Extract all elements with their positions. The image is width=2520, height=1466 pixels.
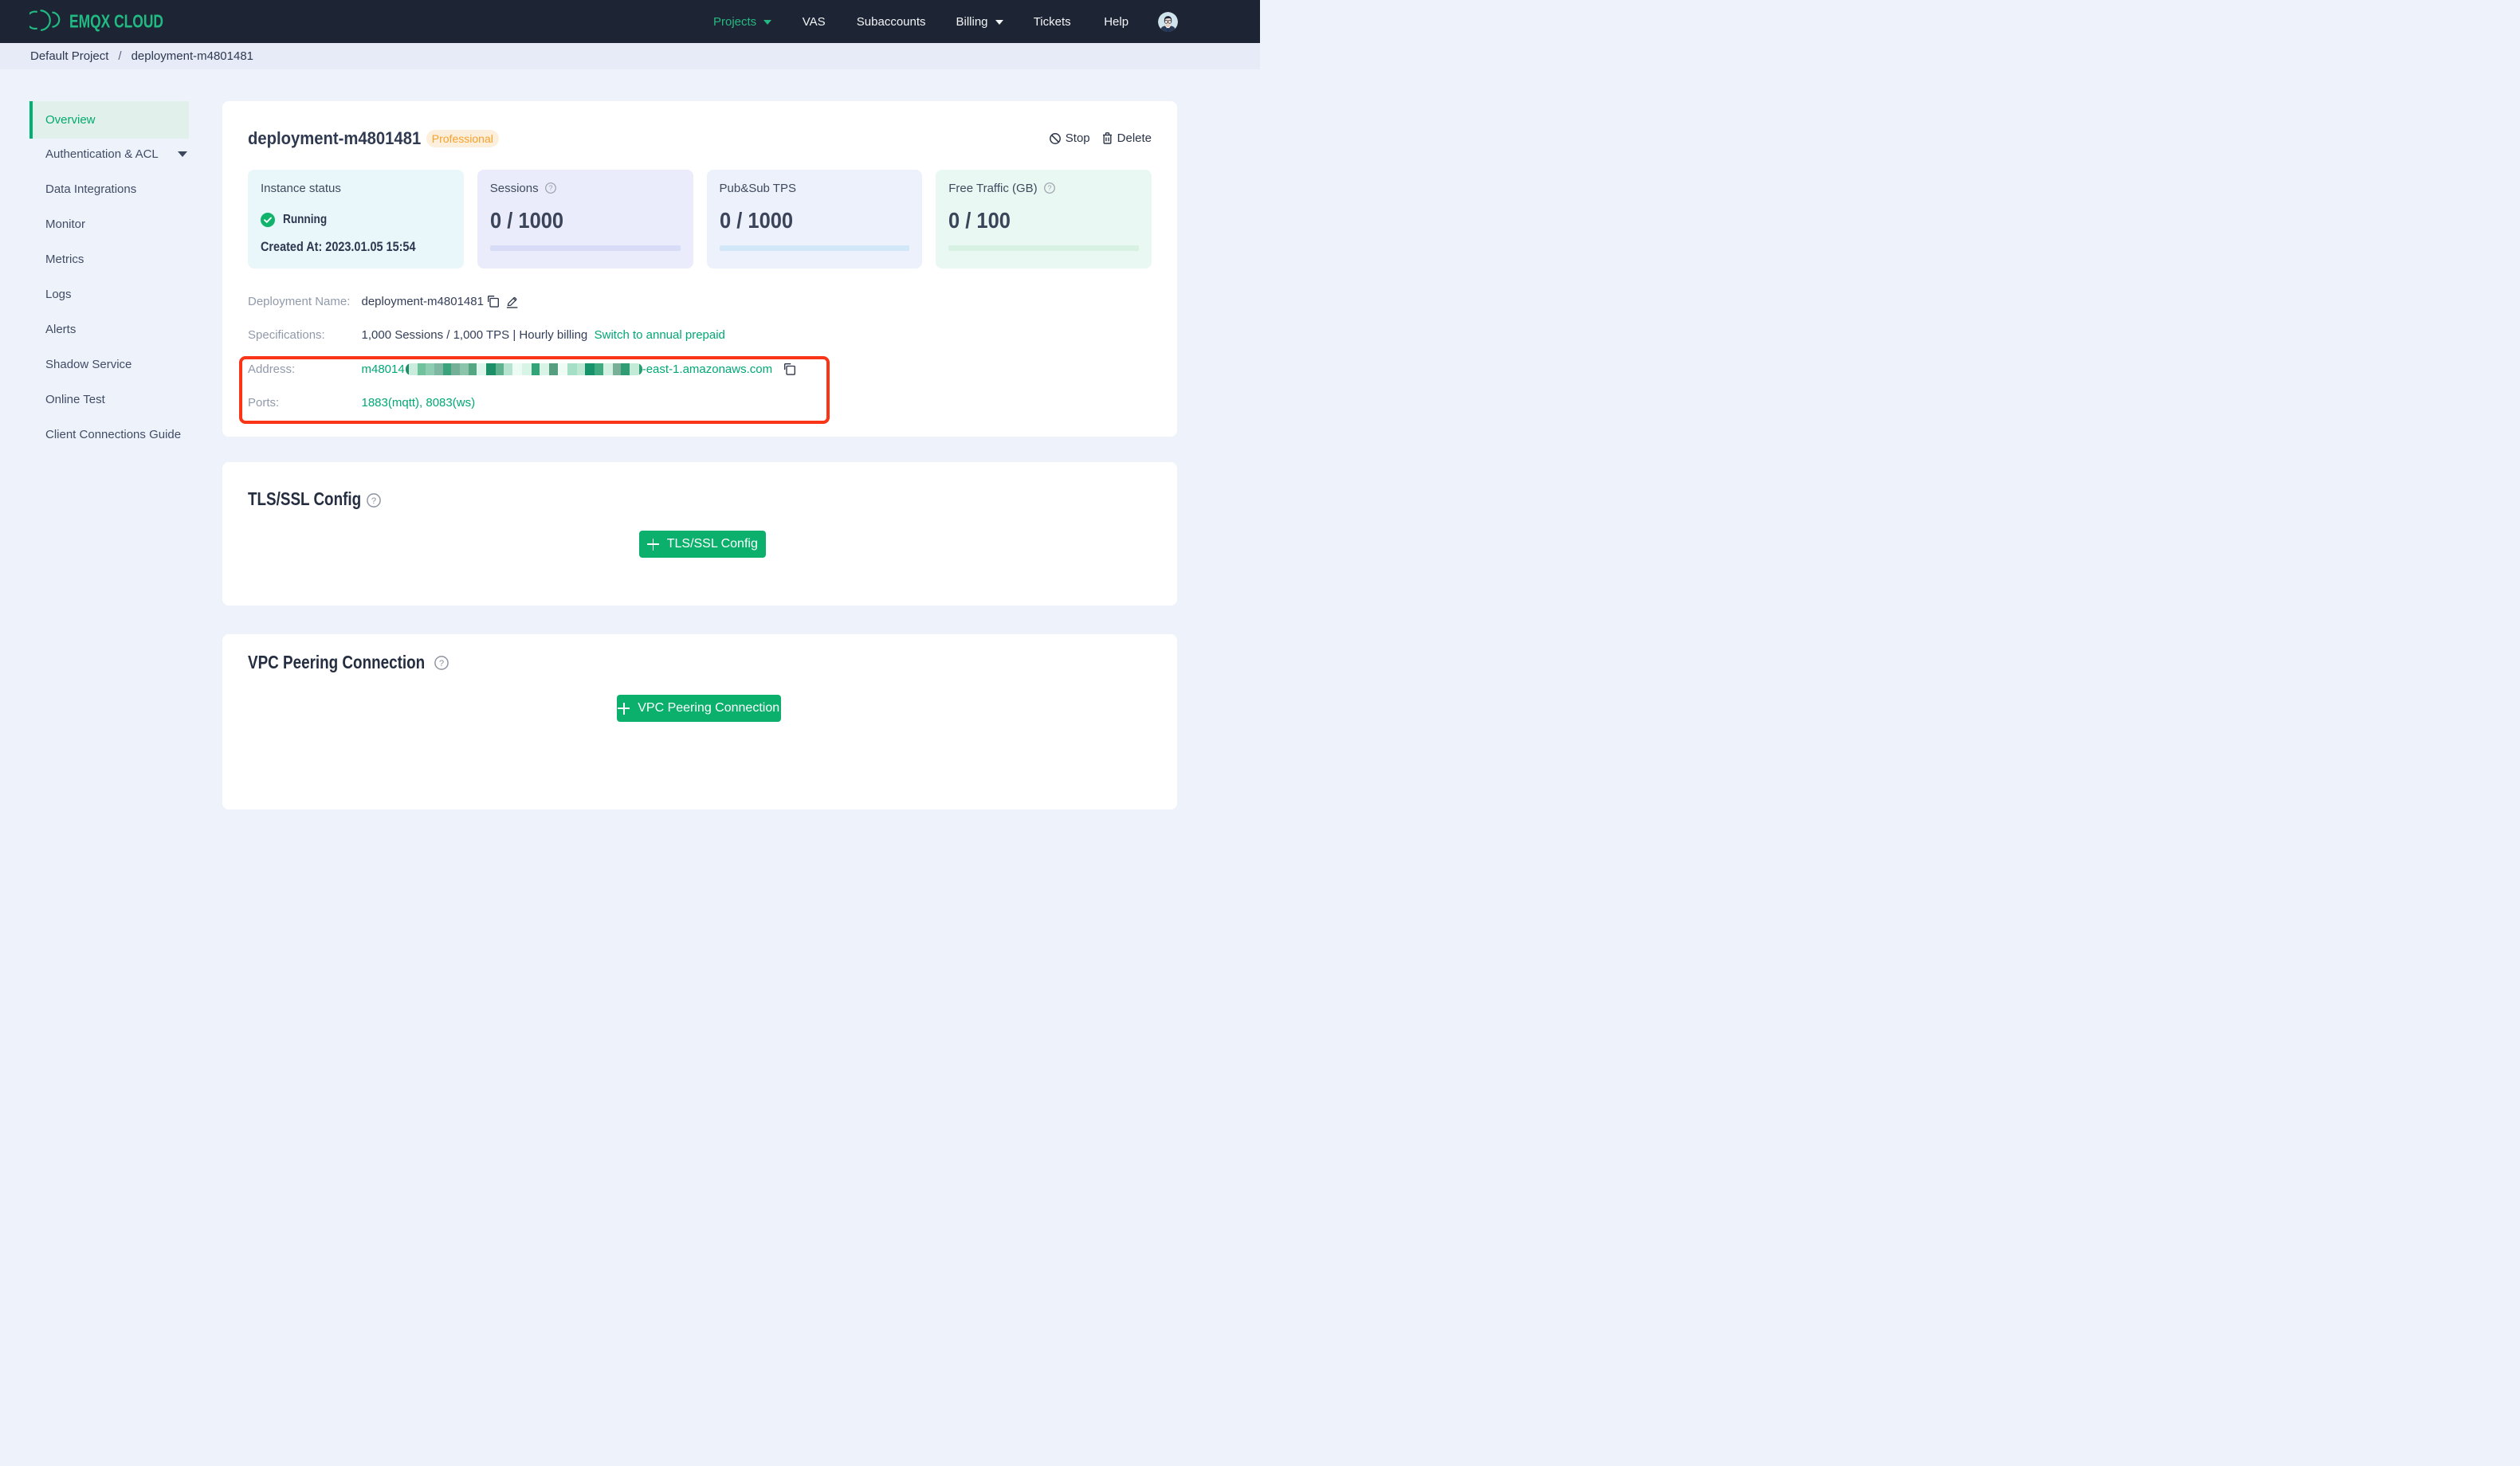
svg-text:?: ? <box>371 496 375 506</box>
svg-text:?: ? <box>548 184 552 192</box>
svg-text:?: ? <box>439 659 444 668</box>
svg-text:EMQX CLOUD: EMQX CLOUD <box>69 11 163 32</box>
svg-text:?: ? <box>1047 184 1051 192</box>
